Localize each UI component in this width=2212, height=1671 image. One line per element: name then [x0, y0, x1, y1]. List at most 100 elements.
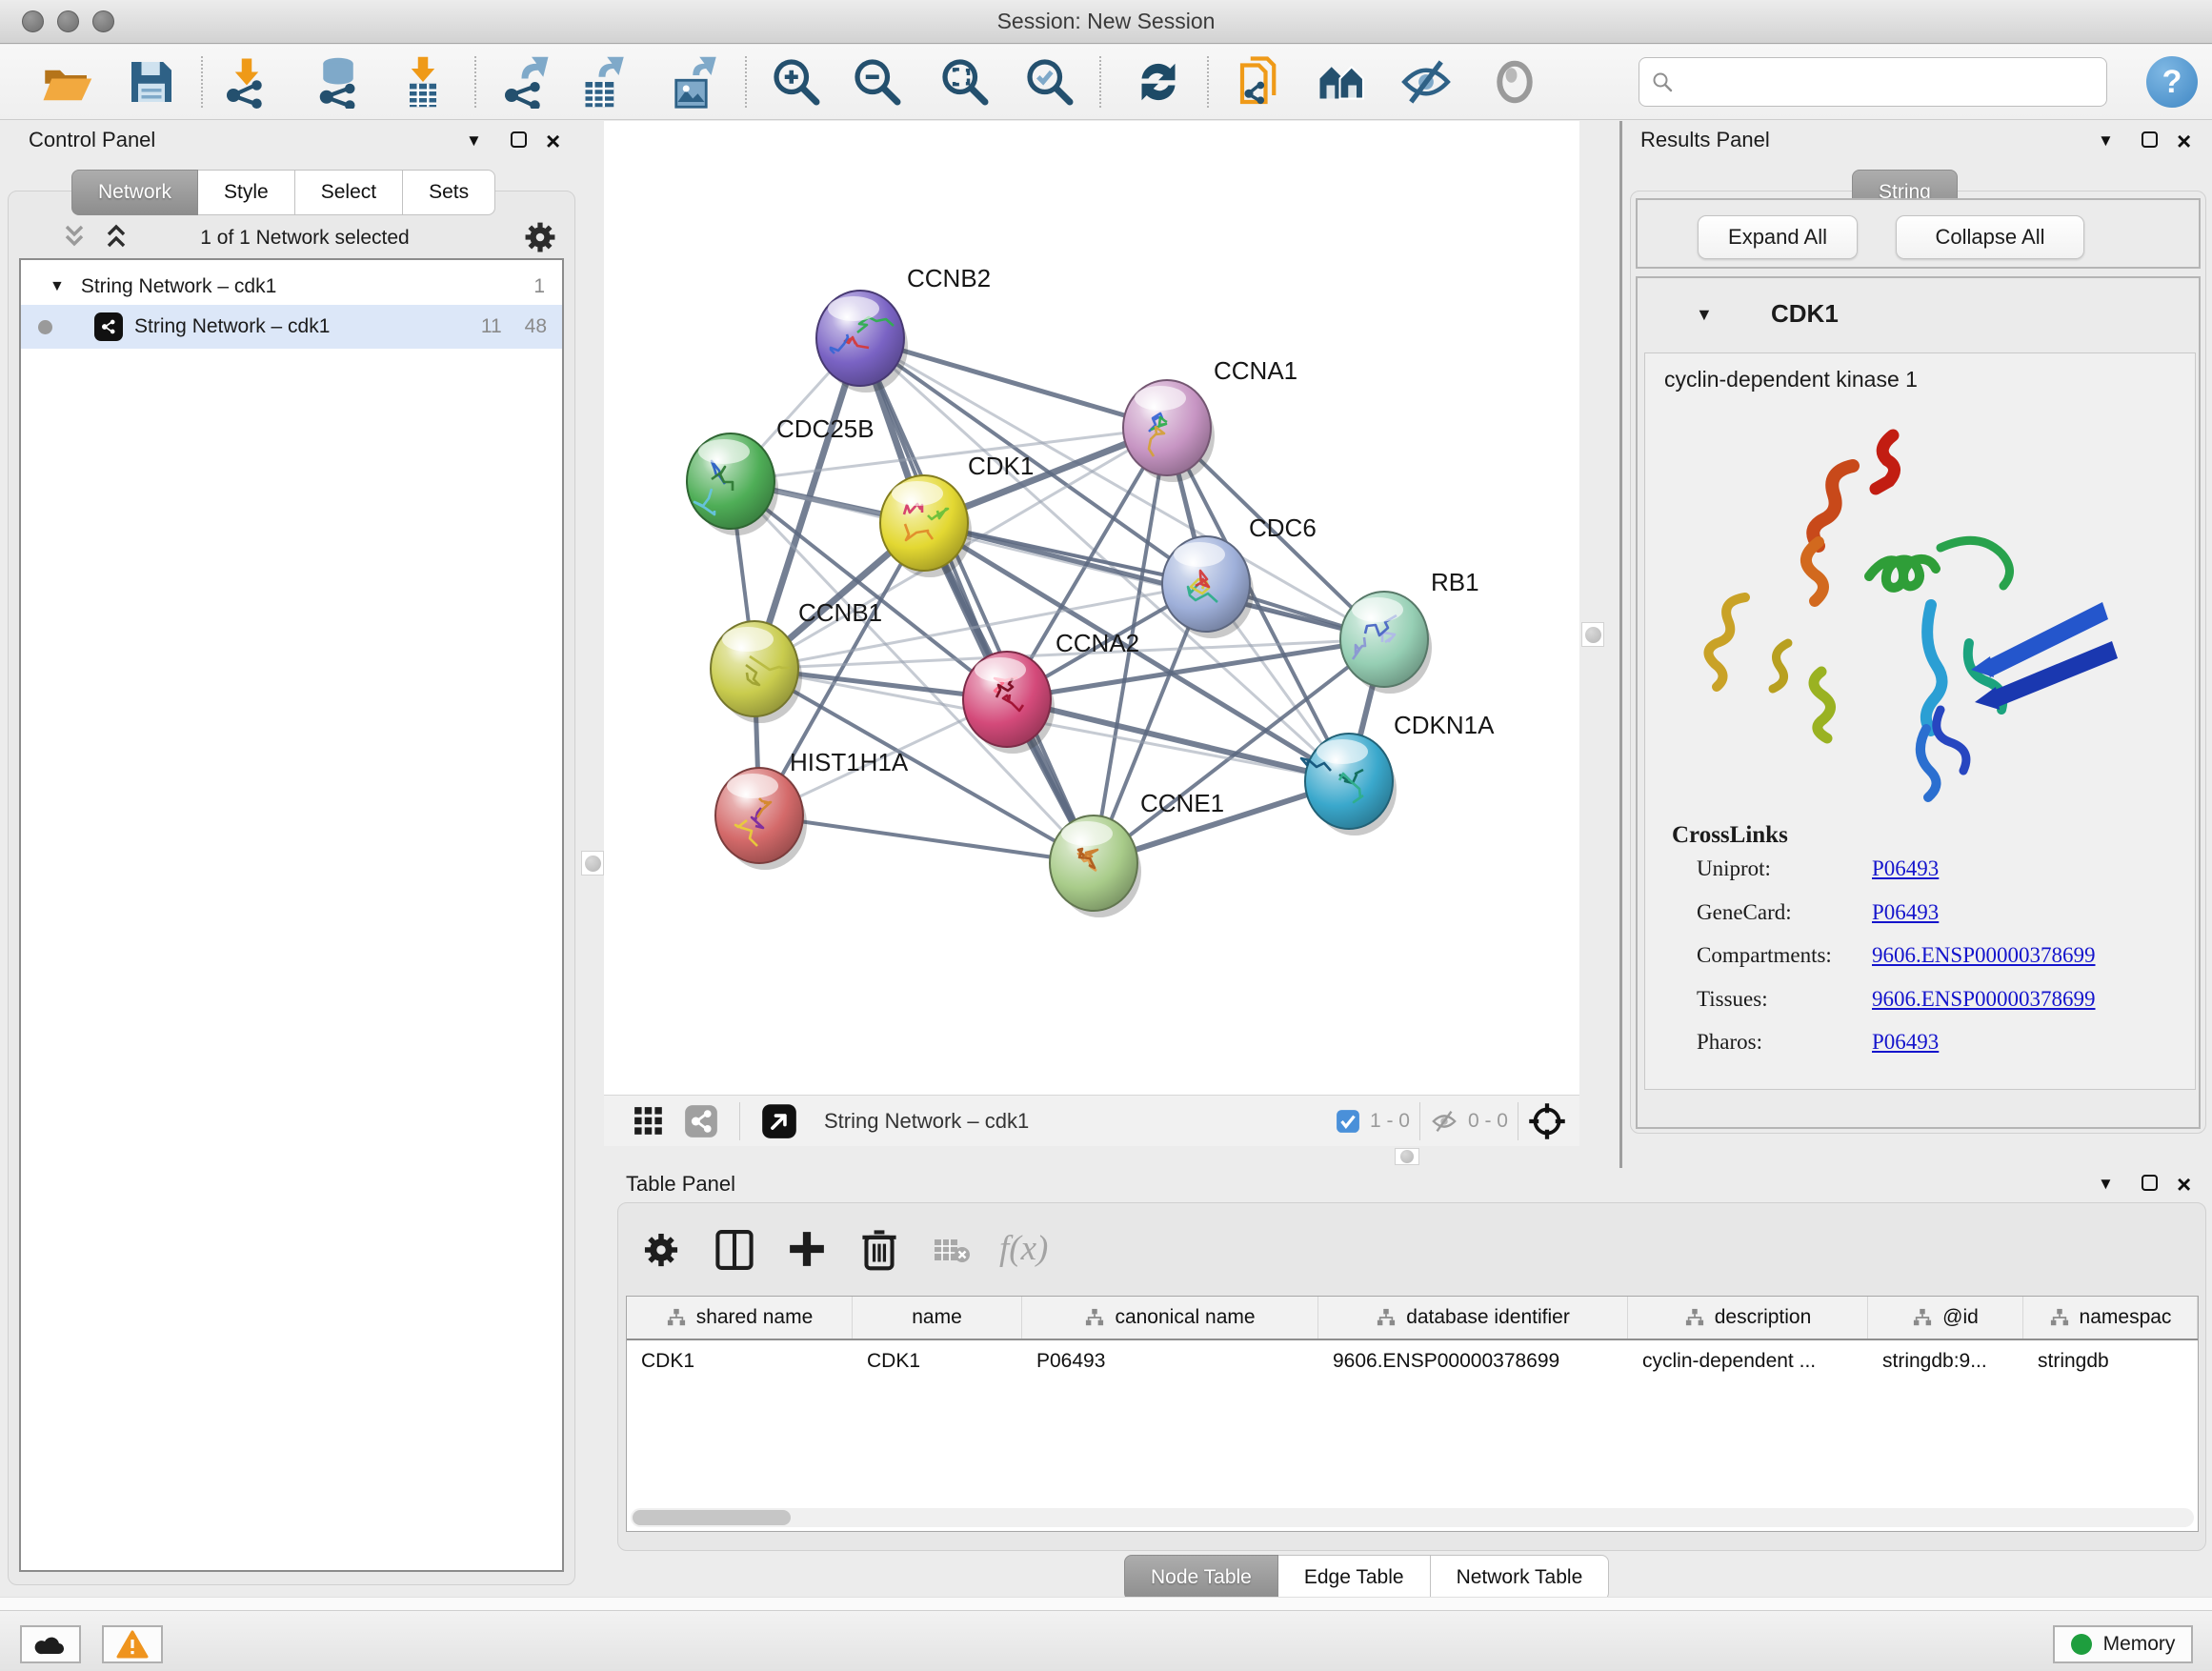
tab-network-table[interactable]: Network Table — [1431, 1555, 1610, 1601]
results-panel-menu-icon[interactable]: ▼ — [2098, 131, 2114, 151]
zoom-selected-icon[interactable] — [1023, 55, 1076, 109]
column-header-shared-name[interactable]: shared name — [627, 1297, 853, 1339]
results-panel-close-icon[interactable]: × — [2177, 133, 2191, 150]
network-graph[interactable]: CCNB2CCNA1CDC25BCDK1CDC6RB1CCNB1CCNA2CDK… — [604, 121, 1579, 1093]
node-label: RB1 — [1431, 568, 1479, 596]
network-from-file-icon[interactable] — [1236, 55, 1289, 109]
hide-visibility-icon[interactable] — [1399, 55, 1453, 109]
tree-collapse-icon[interactable]: ▼ — [50, 278, 65, 295]
crosslink-url[interactable]: P06493 — [1872, 900, 1939, 925]
refresh-icon[interactable] — [1132, 55, 1185, 109]
table-panel-close-icon[interactable]: × — [2177, 1177, 2191, 1193]
add-column-icon[interactable] — [786, 1228, 828, 1270]
table-cell[interactable]: 9606.ENSP00000378699 — [1333, 1350, 1559, 1373]
export-network-icon[interactable] — [498, 55, 552, 109]
control-panel-close-icon[interactable]: × — [546, 133, 560, 150]
zoom-out-icon[interactable] — [851, 55, 904, 109]
column-header-canonical-name[interactable]: canonical name — [1022, 1297, 1318, 1339]
search-box[interactable] — [1639, 57, 2107, 107]
table-cell[interactable]: P06493 — [1036, 1350, 1105, 1373]
graph-node-ccne1[interactable]: CCNE1 — [1050, 789, 1224, 917]
show-visibility-icon[interactable] — [1488, 55, 1541, 109]
results-panel-float-icon[interactable] — [2142, 131, 2158, 148]
tab-sets[interactable]: Sets — [403, 170, 495, 215]
column-header-name[interactable]: name — [853, 1297, 1022, 1339]
application-window: Session: New Session — [0, 0, 2212, 1671]
collapse-all-chevron-icon[interactable] — [59, 223, 90, 252]
show-columns-icon[interactable] — [714, 1228, 755, 1272]
node-label: CDC25B — [776, 414, 875, 443]
home-networks-icon[interactable] — [1317, 55, 1370, 109]
control-panel-menu-icon[interactable]: ▼ — [466, 131, 482, 151]
import-network-database-icon[interactable] — [312, 55, 365, 109]
graph-node-ccnb1[interactable]: CCNB1 — [711, 598, 882, 723]
graph-node-ccnb2[interactable]: CCNB2 — [816, 264, 991, 393]
zoom-fit-icon[interactable] — [938, 55, 992, 109]
tab-network[interactable]: Network — [71, 170, 198, 215]
export-image-icon[interactable] — [668, 55, 721, 109]
search-input[interactable] — [1674, 70, 2074, 94]
crosslink-url[interactable]: 9606.ENSP00000378699 — [1872, 987, 2096, 1012]
selected-checkbox-icon[interactable] — [1336, 1109, 1360, 1134]
delete-column-trash-icon[interactable] — [858, 1227, 900, 1271]
table-cell[interactable]: stringdb — [2038, 1350, 2109, 1373]
save-session-icon[interactable] — [125, 55, 178, 109]
warnings-button[interactable] — [102, 1625, 163, 1663]
table-splitter-handle[interactable] — [1395, 1148, 1419, 1165]
graph-node-ccna1[interactable]: CCNA1 — [1123, 356, 1297, 482]
crosslink-url[interactable]: P06493 — [1872, 856, 1939, 881]
graph-node-rb1[interactable]: RB1 — [1340, 568, 1479, 694]
zoom-in-icon[interactable] — [770, 55, 823, 109]
grid-view-icon[interactable] — [633, 1105, 665, 1137]
column-header-description[interactable]: description — [1628, 1297, 1868, 1339]
table-panel-menu-icon[interactable]: ▼ — [2098, 1175, 2114, 1194]
column-header--id[interactable]: @id — [1868, 1297, 2023, 1339]
memory-button[interactable]: Memory — [2053, 1625, 2193, 1663]
network-tree-row[interactable]: String Network – cdk1 11 48 — [21, 305, 562, 349]
column-header-namespac[interactable]: namespac — [2023, 1297, 2198, 1339]
network-tree-root-row[interactable]: ▼ String Network – cdk1 1 — [21, 265, 562, 309]
cloud-button[interactable] — [20, 1625, 81, 1663]
tab-style[interactable]: Style — [198, 170, 295, 215]
export-table-icon[interactable] — [575, 55, 629, 109]
crosslink-url[interactable]: P06493 — [1872, 1030, 1939, 1055]
column-header-database-identifier[interactable]: database identifier — [1318, 1297, 1628, 1339]
hidden-eye-icon[interactable] — [1430, 1107, 1458, 1136]
expand-all-chevron-icon[interactable] — [101, 223, 131, 252]
table-cell[interactable]: stringdb:9... — [1882, 1350, 1987, 1373]
table-cell[interactable]: CDK1 — [641, 1350, 694, 1373]
crosslink-url[interactable]: 9606.ENSP00000378699 — [1872, 943, 2096, 968]
protein-description: cyclin-dependent kinase 1 — [1664, 367, 1918, 393]
table-cell[interactable]: cyclin-dependent ... — [1642, 1350, 1816, 1373]
graph-node-cdc6[interactable]: CDC6 — [1162, 513, 1317, 638]
fit-content-crosshair-icon[interactable] — [1528, 1102, 1566, 1140]
graph-node-cdkn1a[interactable]: CDKN1A — [1301, 711, 1495, 836]
graph-node-hist1h1a[interactable]: HIST1H1A — [715, 748, 909, 870]
table-hscrollbar[interactable] — [631, 1508, 2194, 1527]
tab-edge-table[interactable]: Edge Table — [1278, 1555, 1431, 1601]
network-view[interactable]: CCNB2CCNA1CDC25BCDK1CDC6RB1CCNB1CCNA2CDK… — [604, 121, 1579, 1146]
tab-select[interactable]: Select — [295, 170, 403, 215]
help-button[interactable]: ? — [2146, 56, 2198, 108]
control-panel-float-icon[interactable] — [511, 131, 527, 148]
table-cell[interactable]: CDK1 — [867, 1350, 920, 1373]
protein-collapse-icon[interactable]: ▼ — [1696, 305, 1713, 325]
network-options-gear-icon[interactable] — [522, 219, 558, 255]
results-panel-divider[interactable] — [1619, 121, 1622, 1168]
left-splitter-handle[interactable] — [581, 851, 604, 876]
protein-structure-image — [1655, 407, 2175, 816]
tab-node-table[interactable]: Node Table — [1124, 1555, 1278, 1601]
network-list-icon[interactable] — [684, 1104, 718, 1138]
import-network-file-icon[interactable] — [220, 55, 273, 109]
collapse-all-button[interactable]: Collapse All — [1896, 215, 2084, 259]
detach-view-icon[interactable] — [761, 1103, 797, 1139]
import-table-icon[interactable] — [396, 55, 450, 109]
node-label: CDC6 — [1249, 513, 1317, 542]
open-session-icon[interactable] — [40, 55, 93, 109]
crosslink-label: Pharos: — [1697, 1030, 1762, 1055]
table-gear-icon[interactable] — [641, 1230, 681, 1270]
right-splitter-handle[interactable] — [1581, 622, 1604, 647]
table-panel-float-icon[interactable] — [2142, 1175, 2158, 1191]
protein-name: CDK1 — [1771, 299, 1961, 329]
expand-all-button[interactable]: Expand All — [1698, 215, 1858, 259]
